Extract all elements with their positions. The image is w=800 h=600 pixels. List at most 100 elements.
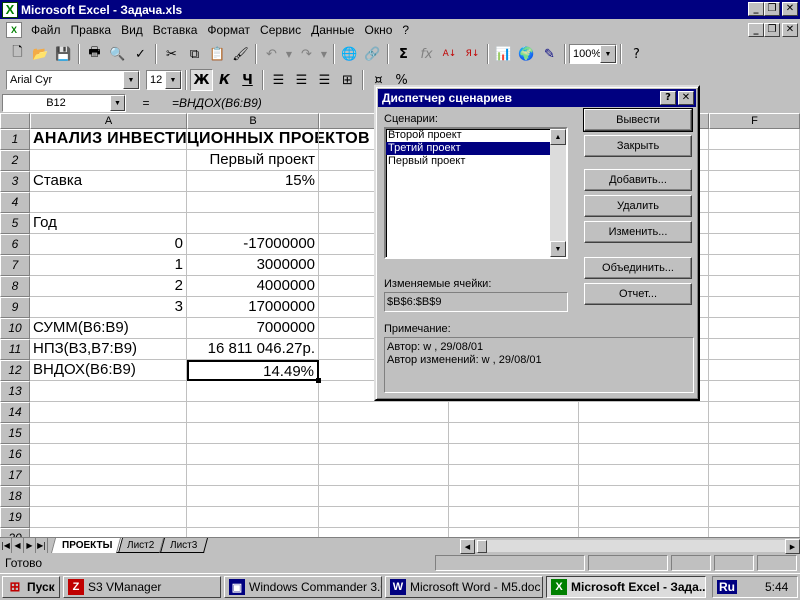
print-preview-icon[interactable]: 🔍 [106, 43, 129, 65]
cell-b3[interactable]: 15% [187, 171, 319, 192]
cell-f18[interactable] [709, 486, 800, 507]
column-header-f[interactable]: F [709, 113, 800, 129]
list-scrollbar[interactable]: ▲ ▼ [550, 129, 566, 257]
cell-f10[interactable] [709, 318, 800, 339]
cell-b20[interactable] [187, 528, 319, 537]
cell-f20[interactable] [709, 528, 800, 537]
row-header-20[interactable]: 20 [0, 528, 30, 537]
scroll-left-icon[interactable]: ◀ [460, 539, 475, 554]
cell-f6[interactable] [709, 234, 800, 255]
font-name-combo[interactable]: Arial Cyr ▼ [6, 70, 140, 90]
fill-handle[interactable] [316, 378, 321, 383]
merge-center-icon[interactable]: ⊞ [336, 69, 359, 91]
map-icon[interactable]: 🌍 [515, 43, 538, 65]
cell-f9[interactable] [709, 297, 800, 318]
align-center-icon[interactable]: ☰ [290, 69, 313, 91]
cell-f13[interactable] [709, 381, 800, 402]
sort-ascending-icon[interactable]: A↓ [438, 43, 461, 65]
cell-e14[interactable] [579, 402, 709, 423]
cell-d18[interactable] [449, 486, 579, 507]
add-button[interactable]: Добавить... [584, 169, 692, 191]
workbook-icon[interactable]: X [6, 22, 22, 38]
cell-e15[interactable] [579, 423, 709, 444]
cell-a12[interactable]: ВНДОХ(B6:B9) [30, 360, 187, 381]
menu-help[interactable]: ? [397, 23, 414, 37]
row-header-10[interactable]: 10 [0, 318, 30, 339]
redo-icon[interactable]: ↷ [295, 43, 318, 65]
row-header-12[interactable]: 12 [0, 360, 30, 381]
menu-insert[interactable]: Вставка [148, 23, 203, 37]
cell-f7[interactable] [709, 255, 800, 276]
function-icon[interactable]: fx [415, 43, 438, 65]
row-header-16[interactable]: 16 [0, 444, 30, 465]
list-item[interactable]: Третий проект [386, 142, 550, 155]
cell-a8[interactable]: 2 [30, 276, 187, 297]
cell-f2[interactable] [709, 150, 800, 171]
print-icon[interactable]: 🖶 [83, 43, 106, 65]
cut-icon[interactable]: ✂ [160, 43, 183, 65]
row-header-5[interactable]: 5 [0, 213, 30, 234]
column-header-a[interactable]: A [30, 113, 187, 129]
select-all-corner[interactable] [0, 113, 30, 129]
hyperlink-icon[interactable]: 🌐 [338, 43, 361, 65]
cell-e18[interactable] [579, 486, 709, 507]
cell-d14[interactable] [449, 402, 579, 423]
cell-b17[interactable] [187, 465, 319, 486]
list-item[interactable]: Первый проект [386, 155, 550, 168]
cell-f11[interactable] [709, 339, 800, 360]
new-file-icon[interactable]: 🗋 [6, 43, 29, 65]
row-header-8[interactable]: 8 [0, 276, 30, 297]
cell-b18[interactable] [187, 486, 319, 507]
cell-a1[interactable]: АНАЛИЗ ИНВЕСТИЦИОННЫХ ПРОЕКТОВ [30, 129, 370, 150]
row-header-7[interactable]: 7 [0, 255, 30, 276]
taskbar-item-excel[interactable]: X Microsoft Excel - Зада... [546, 576, 706, 598]
dialog-close-button[interactable]: ✕ [678, 91, 694, 105]
cell-b4[interactable] [187, 192, 319, 213]
cell-e17[interactable] [579, 465, 709, 486]
cell-f4[interactable] [709, 192, 800, 213]
cell-e19[interactable] [579, 507, 709, 528]
menu-data[interactable]: Данные [306, 23, 359, 37]
row-header-17[interactable]: 17 [0, 465, 30, 486]
menu-file[interactable]: Файл [26, 23, 66, 37]
cell-a9[interactable]: 3 [30, 297, 187, 318]
cell-b14[interactable] [187, 402, 319, 423]
scroll-thumb[interactable] [477, 540, 487, 553]
row-header-9[interactable]: 9 [0, 297, 30, 318]
cell-f8[interactable] [709, 276, 800, 297]
row-header-6[interactable]: 6 [0, 234, 30, 255]
cell-a17[interactable] [30, 465, 187, 486]
row-header-4[interactable]: 4 [0, 192, 30, 213]
minimize-button[interactable]: _ [748, 2, 764, 16]
save-icon[interactable]: 💾 [52, 43, 75, 65]
cell-c15[interactable] [319, 423, 449, 444]
first-sheet-icon[interactable]: |◀ [0, 538, 12, 553]
taskbar-item-commander[interactable]: ▣ Windows Commander 3.0... [224, 576, 382, 598]
report-button[interactable]: Отчет... [584, 283, 692, 305]
scroll-up-icon[interactable]: ▲ [550, 129, 566, 145]
office-assistant-icon[interactable]: ? [625, 43, 648, 65]
sheet-tab-projects[interactable]: ПРОЕКТЫ [50, 538, 124, 553]
row-header-19[interactable]: 19 [0, 507, 30, 528]
redo-dropdown-icon[interactable]: ▼ [318, 43, 330, 65]
row-header-15[interactable]: 15 [0, 423, 30, 444]
row-header-14[interactable]: 14 [0, 402, 30, 423]
cell-b6[interactable]: -17000000 [187, 234, 319, 255]
format-painter-icon[interactable]: 🖌 [229, 43, 252, 65]
row-header-1[interactable]: 1 [0, 129, 30, 150]
column-header-b[interactable]: B [187, 113, 319, 129]
row-header-2[interactable]: 2 [0, 150, 30, 171]
cell-c14[interactable] [319, 402, 449, 423]
bold-icon[interactable]: Ж [190, 69, 213, 91]
row-header-11[interactable]: 11 [0, 339, 30, 360]
chevron-down-icon[interactable]: ▼ [600, 45, 616, 63]
open-folder-icon[interactable]: 📂 [29, 43, 52, 65]
list-item[interactable]: Второй проект [386, 129, 550, 142]
cell-a2[interactable] [30, 150, 187, 171]
cell-c18[interactable] [319, 486, 449, 507]
cell-a15[interactable] [30, 423, 187, 444]
cell-f1[interactable] [709, 129, 800, 150]
undo-icon[interactable]: ↶ [260, 43, 283, 65]
row-header-18[interactable]: 18 [0, 486, 30, 507]
chevron-down-icon[interactable]: ▼ [110, 95, 125, 111]
